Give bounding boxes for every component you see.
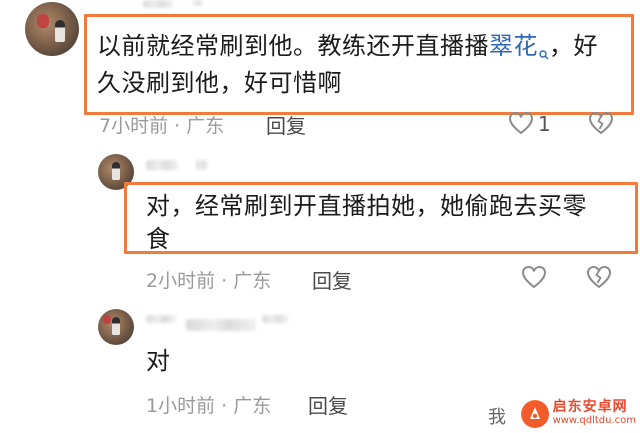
username-blurred-2 [196,160,208,170]
comment-text-part: ，好 [549,32,598,60]
reply-button[interactable]: 回复 [312,265,352,294]
comment-line-2: 食 [146,225,171,253]
partial-text: 我 [488,407,506,428]
watermark-text: 启东安卓网 www.qdltdu.com [553,400,636,428]
comment-line-2: 久没刷到他，好可惜啊 [97,69,342,97]
comment-time-location: 2小时前 · 广东 [146,270,272,292]
heart-outline-icon[interactable] [508,111,534,135]
username-blurred-2 [186,319,256,331]
broken-heart-icon[interactable] [586,265,612,289]
comment-2: 对，经常刷到开直播拍她，她偷跑去买零 食 2小时前 · 广东 回复 [0,150,640,295]
avatar[interactable] [98,309,134,345]
watermark-url: www.qdltdu.com [552,415,636,426]
comment-time-location: 1小时前 · 广东 [146,395,272,417]
username-blurred[interactable] [143,0,173,8]
comment-text: 对 [146,343,171,380]
comment-time-location: 7小时前 · 广东 [99,115,225,137]
topic-link-label: 翠花 [489,32,538,60]
watermark-title: 启东安卓网 [552,399,628,415]
comment-text: 以前就经常刷到他。教练还开直播播翠花 ，好 久没刷到他，好可惜啊 [97,28,627,102]
comment-text: 对，经常刷到开直播拍她，她偷跑去买零 食 [146,190,626,256]
username-blurred[interactable] [146,315,176,323]
broken-heart-icon[interactable] [588,111,614,135]
username-blurred-3 [262,315,288,323]
username-blurred[interactable] [146,160,178,170]
heart-outline-icon[interactable] [521,265,547,289]
reply-button[interactable]: 回复 [308,390,348,419]
comment-text-part: 以前就经常刷到他。教练还开直播播 [97,32,489,60]
site-watermark: 启东安卓网 www.qdltdu.com [520,399,636,429]
username-blurred-2 [193,0,203,6]
comment-line-1: 对 [146,347,171,375]
reply-button[interactable]: 回复 [266,110,306,139]
comment-line-1: 以前就经常刷到他。教练还开直播播翠花 ，好 [97,28,627,65]
search-icon [539,34,549,60]
watermark-logo-icon [520,400,549,428]
avatar[interactable] [25,2,79,56]
like-count: 1 [538,112,551,136]
topic-link[interactable]: 翠花 [489,32,549,60]
comment-line-1: 对，经常刷到开直播拍她，她偷跑去买零 [146,192,587,220]
comment-1: 以前就经常刷到他。教练还开直播播翠花 ，好 久没刷到他，好可惜啊 7小时前 · 广… [0,0,640,140]
